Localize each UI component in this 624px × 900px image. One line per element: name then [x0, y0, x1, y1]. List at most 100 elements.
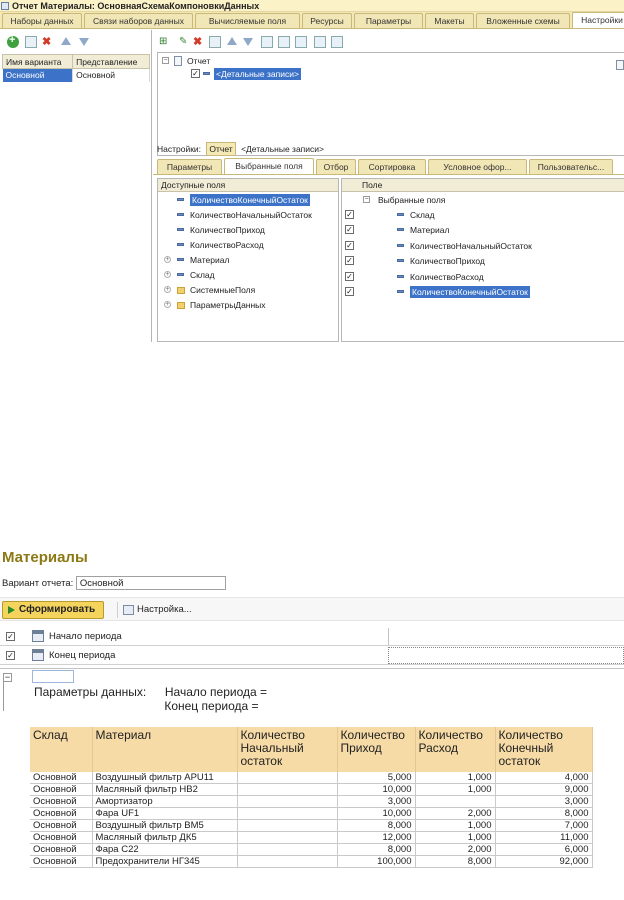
table-cell: Основной — [30, 795, 93, 808]
available-field-item[interactable]: КоличествоКонечныйОстаток — [164, 194, 336, 206]
schema-tab[interactable]: Связи наборов данных — [84, 13, 193, 28]
selected-field-checkbox[interactable]: ✓ — [345, 256, 354, 266]
settings-tab[interactable]: Параметры — [157, 159, 222, 174]
param-checkbox[interactable]: ✓ — [6, 632, 15, 641]
active-cell[interactable] — [32, 670, 74, 683]
settings-tab[interactable]: Условное офор... — [428, 159, 527, 174]
table-row: Основной Предохранители НГ345 100,000 8,000… — [30, 855, 593, 868]
selected-field-label: КоличествоПриход — [410, 256, 485, 267]
column-header: Количество Начальный остаток — [237, 727, 338, 772]
field-icon — [397, 274, 404, 278]
add-grouping-icon[interactable]: ⊞ — [159, 36, 171, 48]
selected-field-item[interactable]: ✓ КоличествоКонечныйОстаток — [345, 286, 621, 298]
delete-icon[interactable]: ✖ — [193, 36, 205, 48]
table-cell: 2,000 — [415, 843, 496, 856]
column-header: Количество Приход — [337, 727, 416, 772]
available-field-item[interactable]: + Склад — [164, 269, 336, 281]
selected-fields-header: Поле — [342, 179, 624, 192]
table-row: Основной Фара С22 8,000 2,000 6,000 — [30, 843, 593, 856]
group-outline: − — [3, 673, 13, 711]
detail-records-icon[interactable] — [331, 36, 343, 48]
param-checkbox[interactable]: ✓ — [6, 651, 15, 660]
variant-field[interactable]: Основной — [75, 576, 226, 590]
selected-field-item[interactable]: ✓ Материал — [345, 224, 621, 236]
column-header-variant-name[interactable]: Имя варианта — [1, 54, 74, 69]
available-field-label: Материал — [190, 255, 230, 265]
settings-current-node: <Детальные записи> — [241, 144, 324, 154]
table-cell: Основной — [30, 783, 93, 796]
available-field-item[interactable]: КоличествоРасход — [164, 239, 336, 251]
collapse-icon[interactable]: − — [3, 673, 12, 682]
copy-icon[interactable] — [25, 36, 37, 48]
folder-icon — [177, 302, 185, 309]
variant-name-cell[interactable]: Основной — [2, 68, 74, 82]
selected-field-item[interactable]: ✓ КоличествоНачальныйОстаток — [345, 240, 621, 252]
selected-field-label: КоличествоКонечныйОстаток — [410, 286, 530, 298]
table-icon[interactable] — [278, 36, 290, 48]
edit-icon[interactable]: ✎ — [179, 36, 191, 48]
variant-row[interactable]: Основной Основной — [2, 68, 150, 82]
param-value-input[interactable] — [388, 647, 624, 664]
selected-field-checkbox[interactable]: ✓ — [345, 240, 354, 250]
settings-tab[interactable]: Выбранные поля — [224, 158, 314, 174]
variant-label: Вариант отчета: — [2, 578, 74, 589]
properties-icon[interactable] — [209, 36, 221, 48]
selected-field-checkbox[interactable]: ✓ — [345, 210, 354, 219]
selected-field-checkbox[interactable]: ✓ — [345, 271, 354, 281]
column-header-view[interactable]: Представление — [72, 54, 150, 69]
data-param-start: Начало периода = — [164, 685, 268, 699]
schema-tab[interactable]: Вычисляемые поля — [195, 13, 300, 28]
selected-field-checkbox[interactable]: ✓ — [345, 287, 354, 296]
available-field-item[interactable]: КоличествоНачальныйОстаток — [164, 209, 336, 221]
structure-node-checkbox[interactable]: ✓ — [191, 69, 200, 78]
table-cell: 1,000 — [415, 819, 496, 832]
settings-tab[interactable]: Отбор — [316, 159, 356, 174]
selected-field-checkbox[interactable]: ✓ — [345, 225, 354, 235]
expand-icon[interactable]: + — [164, 271, 171, 278]
schema-tab[interactable]: Наборы данных — [2, 13, 82, 28]
available-field-item[interactable]: КоличествоПриход — [164, 224, 336, 236]
delete-icon[interactable]: ✖ — [42, 36, 54, 48]
calendar-icon — [32, 649, 44, 661]
chart-icon[interactable] — [295, 36, 307, 48]
variant-view-cell[interactable]: Основной — [72, 68, 150, 82]
table-cell: 1,000 — [415, 831, 496, 844]
collapse-icon[interactable]: − — [363, 196, 370, 203]
generate-button[interactable]: Сформировать — [2, 601, 105, 619]
available-field-item[interactable]: + СистемныеПоля — [164, 284, 336, 296]
schema-tab[interactable]: Ресурсы — [302, 13, 352, 28]
selected-field-item[interactable]: ✓ КоличествоПриход — [345, 255, 621, 267]
param-label: Начало периода — [49, 631, 122, 642]
field-icon — [397, 259, 404, 263]
structure-node-label: Отчет — [187, 56, 211, 66]
column-header: Склад — [30, 727, 93, 772]
selected-field-label: Материал — [410, 225, 450, 236]
selected-field-item[interactable]: ✓ Склад — [345, 209, 621, 221]
expand-icon[interactable]: + — [164, 256, 171, 263]
available-field-label: КоличествоНачальныйОстаток — [190, 210, 312, 220]
group-icon[interactable] — [261, 36, 273, 48]
available-field-item[interactable]: + Материал — [164, 254, 336, 266]
available-field-item[interactable]: + ПараметрыДанных — [164, 299, 336, 311]
schema-tab[interactable]: Вложенные схемы — [476, 13, 570, 28]
move-up-icon[interactable] — [227, 37, 239, 49]
settings-tab[interactable]: Сортировка — [358, 159, 426, 174]
settings-button[interactable]: Настройка... — [123, 601, 192, 619]
nested-report-icon[interactable] — [314, 36, 326, 48]
schema-tab[interactable]: Параметры — [354, 13, 423, 28]
move-down-icon[interactable] — [79, 38, 91, 50]
schema-tab[interactable]: Настройки — [572, 12, 624, 28]
settings-report-tab[interactable]: Отчет — [206, 142, 236, 156]
selected-field-item[interactable]: ✓ КоличествоРасход — [345, 271, 621, 283]
schema-tab[interactable]: Макеты — [425, 13, 474, 28]
param-value-input[interactable] — [388, 628, 624, 645]
expand-icon[interactable]: + — [164, 286, 171, 293]
move-up-icon[interactable] — [61, 37, 73, 49]
expand-icon[interactable]: + — [164, 301, 171, 308]
collapse-icon[interactable]: − — [162, 57, 169, 64]
move-down-icon[interactable] — [243, 38, 255, 50]
table-cell: 7,000 — [495, 819, 593, 832]
table-cell: 10,000 — [337, 783, 416, 796]
settings-tab[interactable]: Пользовательс... — [529, 159, 613, 174]
add-icon[interactable] — [7, 34, 19, 48]
